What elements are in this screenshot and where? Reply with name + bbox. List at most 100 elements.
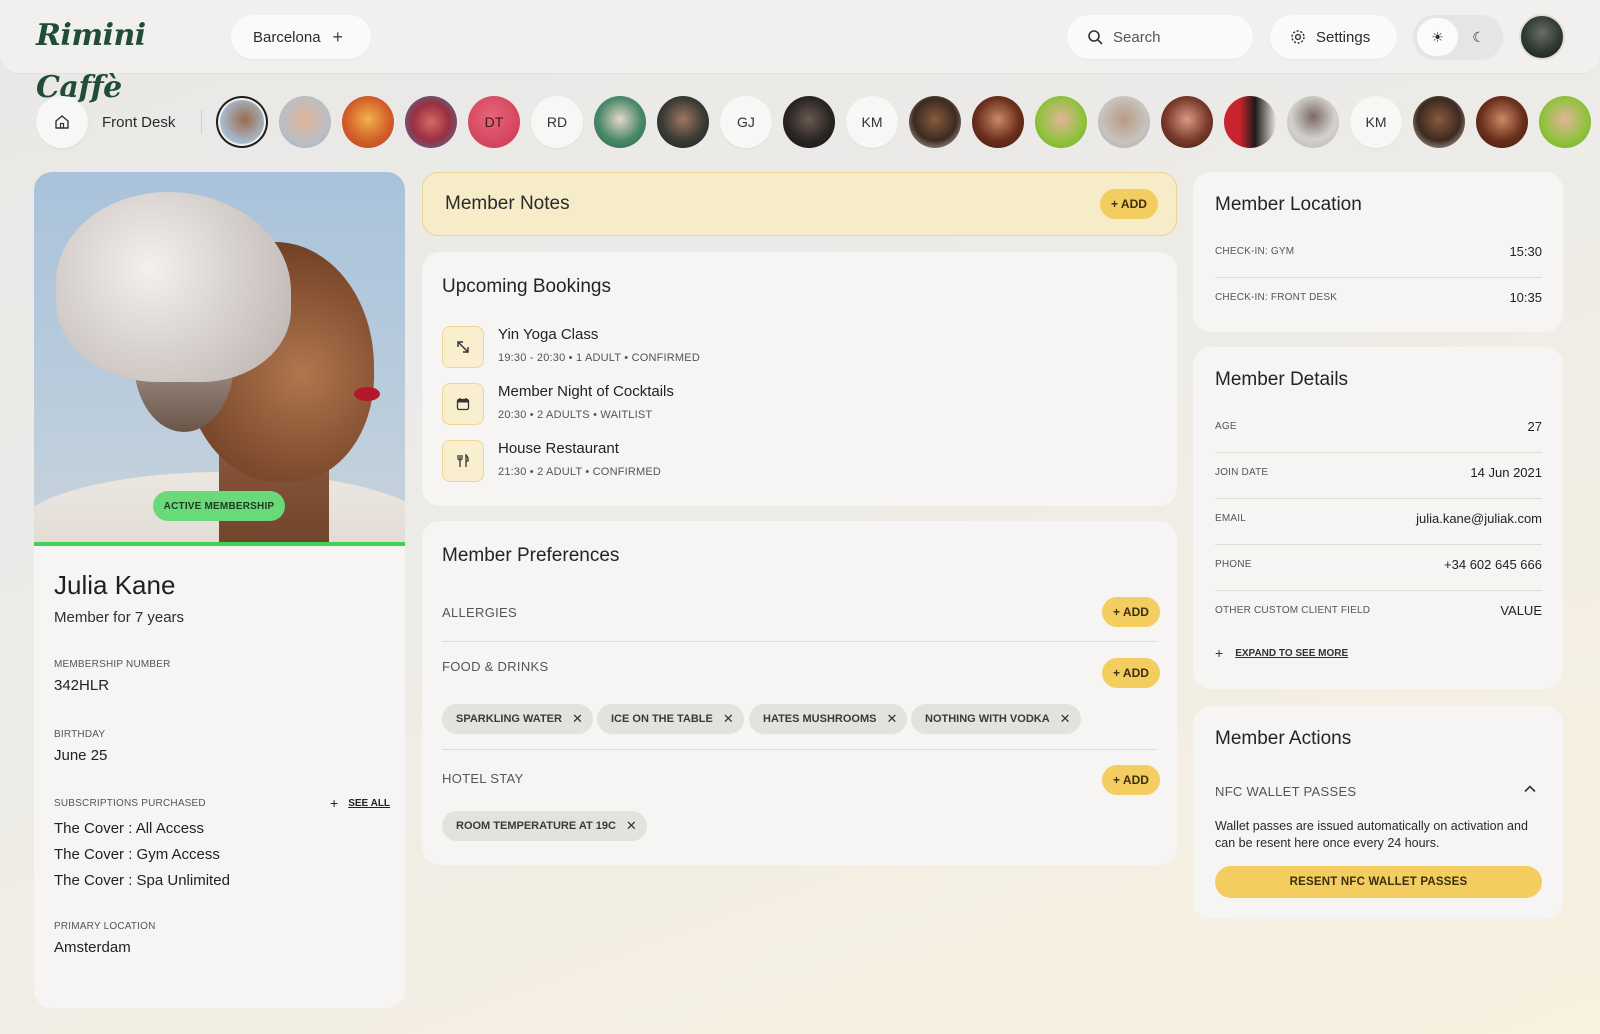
upcoming-bookings-card: Upcoming Bookings Yin Yoga Class 19:30 -… (422, 252, 1177, 506)
theme-toggle: ☀ ☾ (1413, 15, 1503, 59)
preference-tag[interactable]: HATES MUSHROOMS ✕ (749, 704, 908, 734)
close-icon[interactable]: ✕ (886, 711, 897, 727)
member-avatar[interactable] (342, 96, 394, 148)
allergies-label: ALLERGIES (442, 605, 517, 620)
member-avatar-initials[interactable]: KM (1350, 96, 1402, 148)
search-input[interactable]: Search (1067, 15, 1253, 59)
divider (201, 110, 202, 134)
settings-button[interactable]: Settings (1270, 15, 1397, 59)
membership-status-bar (34, 542, 405, 546)
divider (442, 641, 1157, 642)
member-location-card: Member Location CHECK-IN: GYM 15:30 CHEC… (1193, 172, 1563, 332)
close-icon[interactable]: ✕ (626, 818, 637, 834)
location-title: Member Location (1215, 194, 1362, 215)
subscription-item: The Cover : All Access (54, 820, 205, 837)
divider (442, 749, 1157, 750)
tag-label: HATES MUSHROOMS (763, 713, 877, 725)
front-desk-row: Front Desk (36, 96, 202, 148)
member-avatar-initials[interactable]: RD (531, 96, 583, 148)
close-icon[interactable]: ✕ (1060, 711, 1071, 727)
home-icon (55, 115, 69, 129)
member-avatar-initials[interactable]: GJ (720, 96, 772, 148)
booking-meta: 19:30 - 20:30 • 1 ADULT • CONFIRMED (498, 352, 700, 364)
row-value: 14 Jun 2021 (1470, 465, 1542, 480)
location-row: CHECK-IN: GYM 15:30 (1215, 232, 1542, 278)
row-value: +34 602 645 666 (1444, 557, 1542, 572)
detail-row: OTHER CUSTOM CLIENT FIELD VALUE (1215, 591, 1542, 637)
booking-name: Yin Yoga Class (498, 326, 599, 343)
member-avatar[interactable] (657, 96, 709, 148)
tag-label: ICE ON THE TABLE (611, 713, 713, 725)
nfc-description: Wallet passes are issued automatically o… (1215, 819, 1528, 850)
detail-row: EMAIL julia.kane@juliak.com (1215, 499, 1542, 545)
member-avatar-initials[interactable]: KM (846, 96, 898, 148)
row-value: 15:30 (1509, 244, 1542, 259)
close-icon[interactable]: ✕ (723, 711, 734, 727)
add-hotel-button[interactable]: + ADD (1102, 765, 1160, 795)
see-all-label: SEE ALL (348, 797, 391, 809)
member-avatar[interactable] (1035, 96, 1087, 148)
plus-icon: + (330, 795, 339, 811)
expand-details-link[interactable]: + EXPAND TO SEE MORE (1215, 645, 1348, 661)
add-food-button[interactable]: + ADD (1102, 658, 1160, 688)
preference-tag[interactable]: ICE ON THE TABLE ✕ (597, 704, 744, 734)
member-avatar[interactable] (1413, 96, 1465, 148)
row-value: 27 (1527, 419, 1542, 434)
member-avatar[interactable] (1161, 96, 1213, 148)
resend-nfc-button[interactable]: RESENT NFC WALLET PASSES (1215, 866, 1542, 898)
row-value: VALUE (1500, 603, 1542, 618)
booking-item[interactable]: Member Night of Cocktails 20:30 • 2 ADUL… (442, 383, 1142, 429)
member-notes-title: Member Notes (445, 193, 570, 214)
search-icon (1088, 30, 1103, 45)
add-allergy-button[interactable]: + ADD (1102, 597, 1160, 627)
member-avatar[interactable] (1476, 96, 1528, 148)
booking-meta: 21:30 • 2 ADULT • CONFIRMED (498, 466, 662, 478)
member-since: Member for 7 years (54, 609, 185, 626)
booking-item[interactable]: House Restaurant 21:30 • 2 ADULT • CONFI… (442, 440, 1142, 486)
member-avatar[interactable] (972, 96, 1024, 148)
preference-tag[interactable]: NOTHING WITH VODKA ✕ (911, 704, 1081, 734)
plus-icon: + (1215, 645, 1224, 661)
row-key: OTHER CUSTOM CLIENT FIELD (1215, 605, 1371, 616)
user-avatar[interactable] (1519, 14, 1565, 60)
location-row: CHECK-IN: FRONT DESK 10:35 (1215, 278, 1542, 324)
brand-logo[interactable]: Rimini Caffè (36, 10, 176, 105)
member-avatar[interactable] (909, 96, 961, 148)
home-button[interactable] (36, 96, 88, 148)
preference-tag[interactable]: ROOM TEMPERATURE AT 19C ✕ (442, 811, 647, 841)
member-avatar[interactable] (1224, 96, 1276, 148)
birthday-label: BIRTHDAY (54, 729, 106, 740)
member-avatar[interactable] (1539, 96, 1591, 148)
member-avatar[interactable] (1287, 96, 1339, 148)
detail-row: JOIN DATE 14 Jun 2021 (1215, 453, 1542, 499)
member-avatar[interactable] (405, 96, 457, 148)
preference-tag[interactable]: SPARKLING WATER ✕ (442, 704, 593, 734)
dark-mode-button[interactable]: ☾ (1458, 18, 1499, 56)
member-avatar[interactable] (594, 96, 646, 148)
member-name: Julia Kane (54, 570, 176, 600)
see-all-link[interactable]: + SEE ALL (330, 795, 390, 811)
row-key: CHECK-IN: FRONT DESK (1215, 292, 1338, 303)
member-avatar-initials[interactable]: DT (468, 96, 520, 148)
member-actions-card: Member Actions NFC WALLET PASSES Wallet … (1193, 706, 1563, 919)
member-avatar[interactable] (1098, 96, 1150, 148)
gear-icon (1291, 30, 1305, 44)
member-avatar-selected[interactable] (216, 96, 268, 148)
booking-item[interactable]: Yin Yoga Class 19:30 - 20:30 • 1 ADULT •… (442, 326, 1142, 372)
location-selector[interactable]: Barcelona + (231, 15, 371, 59)
plus-icon: + (332, 26, 344, 47)
add-note-button[interactable]: + ADD (1100, 189, 1158, 219)
chevron-up-icon[interactable] (1523, 782, 1537, 799)
member-avatar[interactable] (783, 96, 835, 148)
close-icon[interactable]: ✕ (572, 711, 583, 727)
subscriptions-list: The Cover : All Access The Cover : Gym A… (54, 816, 230, 894)
top-bar: Rimini Caffè Barcelona + Search Settings… (0, 0, 1600, 105)
membership-number-label: MEMBERSHIP NUMBER (54, 659, 171, 670)
member-avatar[interactable] (279, 96, 331, 148)
actions-title: Member Actions (1215, 728, 1352, 749)
light-mode-button[interactable]: ☀ (1417, 18, 1458, 56)
row-key: JOIN DATE (1215, 467, 1269, 478)
search-placeholder: Search (1113, 28, 1161, 46)
settings-label: Settings (1316, 28, 1371, 46)
nfc-wallet-label[interactable]: NFC WALLET PASSES (1215, 784, 1356, 799)
